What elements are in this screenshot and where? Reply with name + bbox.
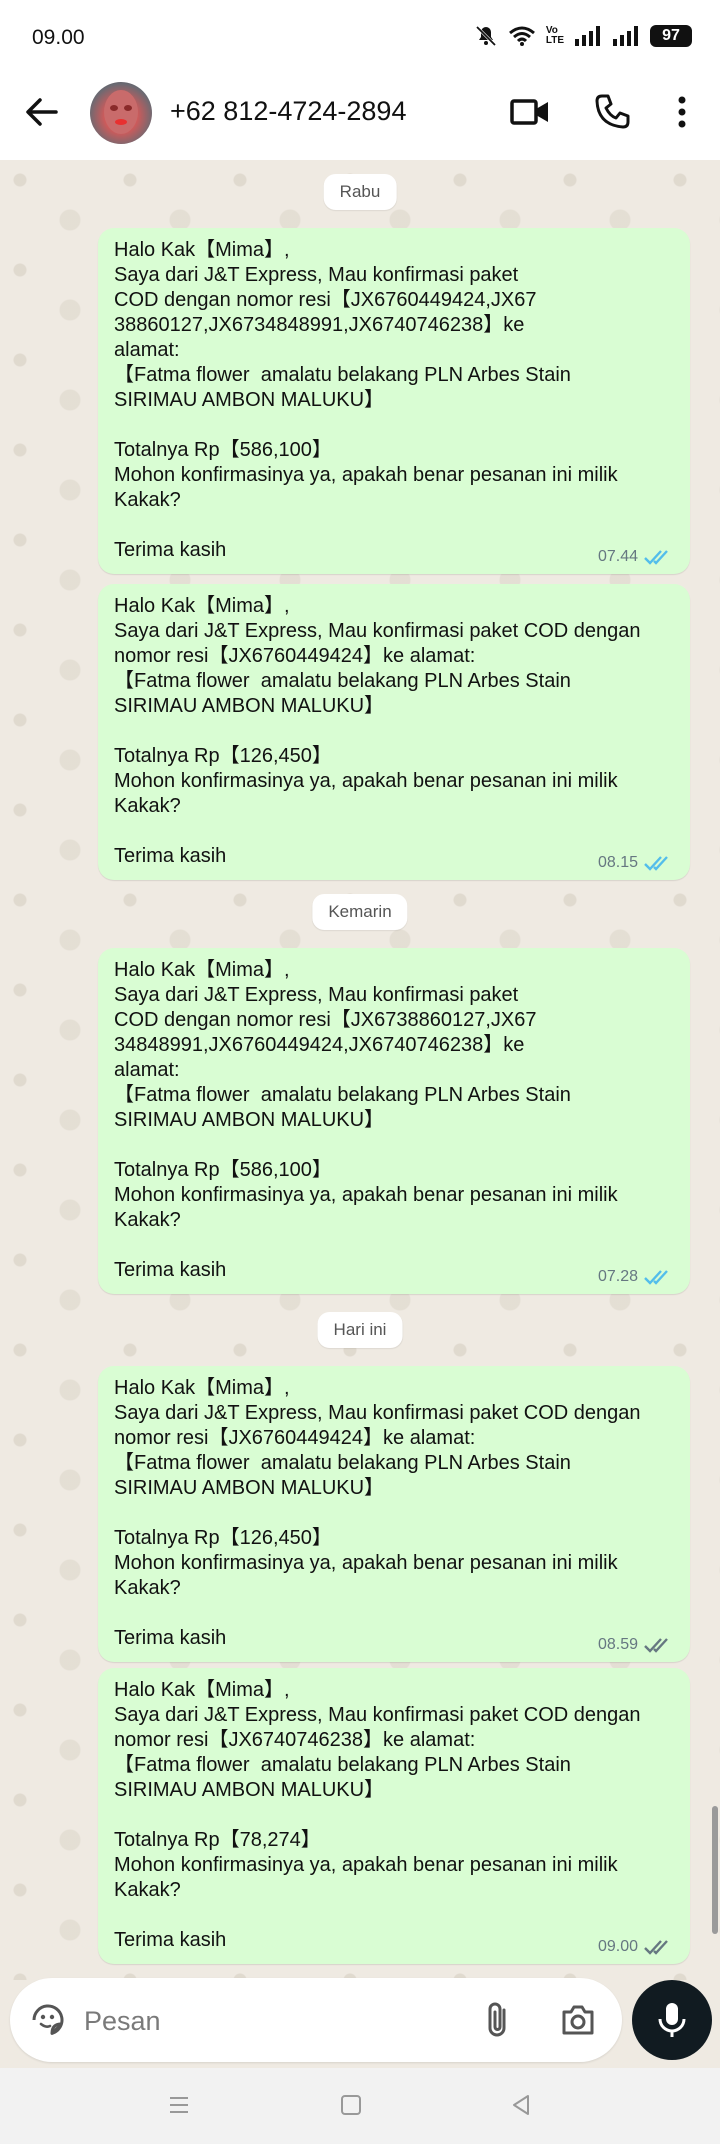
message-time: 09.00 [597,1938,638,1955]
volte-indicator: Vo LTE [545,25,564,46]
message-meta: 08.15 [598,854,674,872]
message-input-bar [10,1978,622,2062]
date-chip: Hari ini [317,1312,403,1348]
message-meta: 09.00 [598,1938,674,1956]
delivered-ticks-icon [644,1636,674,1654]
mic-button[interactable] [632,1980,712,2060]
message-text: Halo Kak【Mima】, Saya dari J&T Express, M… [114,1377,641,1649]
phone-icon[interactable] [590,90,634,134]
message-meta: 07.28 [598,1268,674,1286]
message-input[interactable] [82,2000,466,2042]
status-bar: 09.00 Vo LTE 97 [0,0,720,80]
camera-icon[interactable] [558,2000,598,2040]
status-time: 09.00 [32,26,85,49]
scrollbar[interactable] [712,1806,718,1934]
attach-icon[interactable] [480,2000,516,2040]
mic-icon [658,2003,686,2037]
back-arrow-icon[interactable] [22,92,62,132]
read-ticks-icon [644,854,674,872]
message-time: 08.15 [597,854,638,871]
message-text: Halo Kak【Mima】, Saya dari J&T Express, M… [114,1679,641,1951]
message-bubble[interactable]: Halo Kak【Mima】, Saya dari J&T Express, M… [98,1366,690,1662]
date-chip: Rabu [323,174,397,210]
avatar-image [104,90,138,134]
message-time: 07.28 [597,1268,638,1285]
battery-level: 97 [650,25,692,47]
message-meta: 08.59 [598,1636,674,1654]
message-bubble[interactable]: Halo Kak【Mima】, Saya dari J&T Express, M… [98,228,690,574]
back-nav-icon[interactable] [506,2090,536,2120]
read-ticks-icon [644,1268,674,1286]
message-bubble[interactable]: Halo Kak【Mima】, Saya dari J&T Express, M… [98,948,690,1294]
wifi-icon [508,26,535,46]
contact-name[interactable]: +62 812-4724-2894 [170,96,406,127]
sticker-icon[interactable] [28,2000,68,2040]
avatar[interactable] [90,82,152,144]
chat-area[interactable]: Rabu Halo Kak【Mima】, Saya dari J&T Expre… [0,160,720,1980]
menu-nav-icon[interactable] [164,2090,194,2120]
signal-icon-1 [575,26,600,46]
message-bubble[interactable]: Halo Kak【Mima】, Saya dari J&T Express, M… [98,584,690,880]
system-nav-bar [0,2068,720,2144]
message-bubble[interactable]: Halo Kak【Mima】, Saya dari J&T Express, M… [98,1668,690,1964]
date-chip: Kemarin [312,894,408,930]
message-text: Halo Kak【Mima】, Saya dari J&T Express, M… [114,595,641,867]
video-call-icon[interactable] [508,90,552,134]
more-vert-icon[interactable] [660,90,704,134]
delivered-ticks-icon [644,1938,674,1956]
message-text: Halo Kak【Mima】, Saya dari J&T Express, M… [114,239,618,561]
read-ticks-icon [644,548,674,566]
home-nav-icon[interactable] [336,2090,366,2120]
message-text: Halo Kak【Mima】, Saya dari J&T Express, M… [114,959,618,1281]
message-time: 07.44 [597,548,638,565]
signal-icon-2 [613,26,638,46]
message-meta: 07.44 [598,548,674,566]
message-time: 08.59 [597,1636,638,1653]
status-icons: Vo LTE 97 [474,24,692,48]
mute-notification-icon [475,25,496,47]
